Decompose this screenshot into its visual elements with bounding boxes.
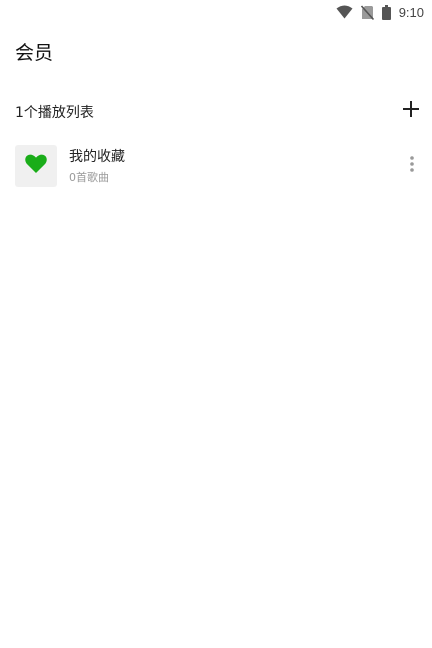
add-playlist-button[interactable] — [400, 100, 422, 122]
playlist-song-count: 0首歌曲 — [69, 171, 109, 184]
playlist-cover — [15, 145, 57, 187]
status-icons: 9:10 — [336, 3, 424, 21]
no-sim-icon — [360, 4, 374, 20]
wifi-icon — [336, 5, 353, 19]
playlist-title: 我的收藏 — [69, 149, 125, 165]
playlists-section-header: 1个播放列表 — [15, 100, 422, 122]
battery-icon — [381, 4, 391, 20]
status-time: 9:10 — [398, 4, 424, 20]
playlist-more-button[interactable] — [402, 153, 422, 179]
playlist-item-favorites[interactable]: 我的收藏 0首歌曲 — [15, 145, 422, 187]
plus-icon — [402, 100, 420, 122]
more-vertical-icon — [410, 156, 414, 176]
playlist-count-label: 1个播放列表 — [15, 105, 94, 121]
status-bar: 9:10 — [0, 0, 432, 24]
page-title: 会员 — [15, 42, 54, 64]
heart-icon — [25, 154, 47, 178]
